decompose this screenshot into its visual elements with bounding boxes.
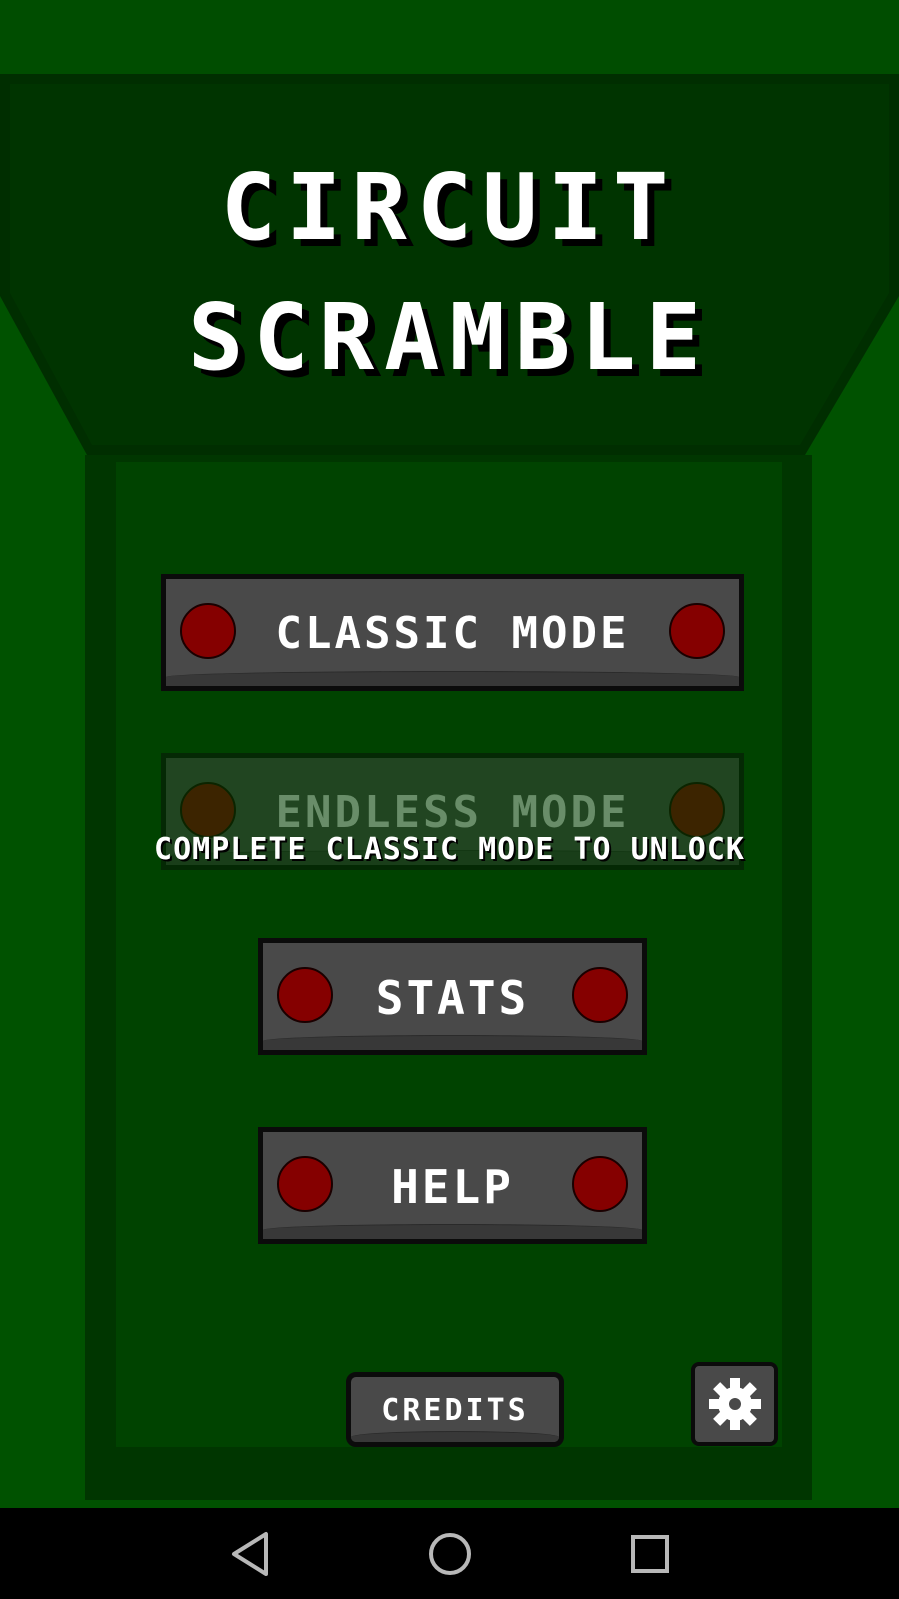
gear-icon <box>709 1378 761 1430</box>
back-triangle-icon[interactable] <box>228 1530 272 1578</box>
credits-button[interactable]: CREDITS <box>346 1372 564 1447</box>
credits-label: CREDITS <box>381 1393 529 1428</box>
endless-lock-note: COMPLETE CLASSIC MODE TO UNLOCK <box>154 832 745 867</box>
home-circle-icon[interactable] <box>426 1530 474 1578</box>
classic-mode-label: CLASSIC MODE <box>275 608 630 659</box>
top-strip <box>0 0 899 74</box>
recents-square-icon[interactable] <box>628 1530 672 1578</box>
stats-label: STATS <box>375 971 530 1025</box>
settings-button[interactable] <box>691 1362 778 1446</box>
help-label: HELP <box>391 1160 514 1214</box>
classic-mode-button[interactable]: CLASSIC MODE <box>161 574 744 691</box>
game-title-line1: CIRCUIT <box>220 154 679 261</box>
stats-button[interactable]: STATS <box>258 938 647 1055</box>
help-button[interactable]: HELP <box>258 1127 647 1244</box>
game-title-line2: SCRAMBLE <box>187 284 712 391</box>
endless-mode-label: ENDLESS MODE <box>275 787 630 838</box>
